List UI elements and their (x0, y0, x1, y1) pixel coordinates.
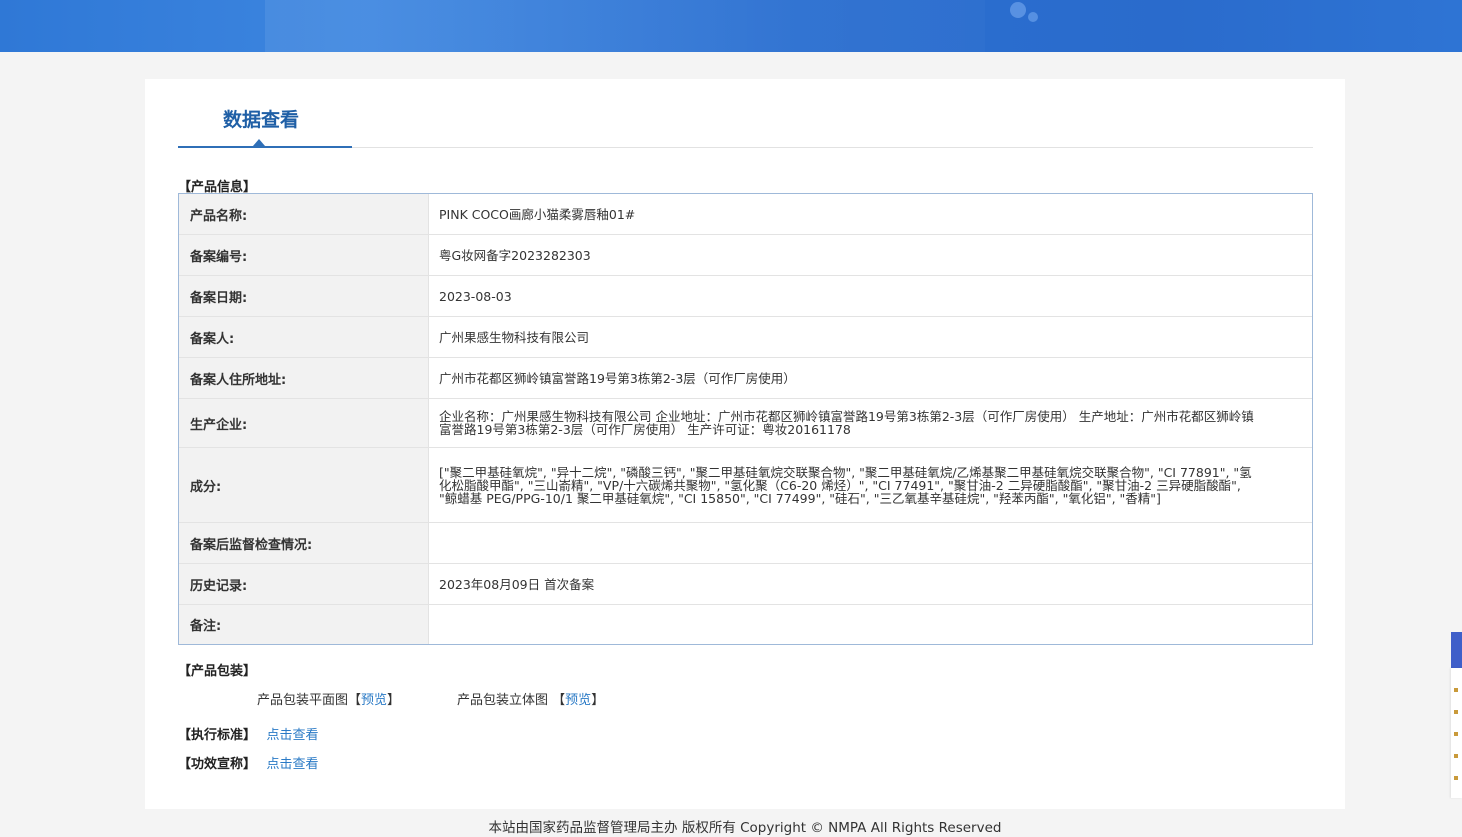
package-flat-preview-link[interactable]: 预览 (361, 693, 387, 708)
info-row: 产品名称: PINK COCO画廊小猫柔雾唇釉01# (179, 194, 1312, 235)
package-flat-label: 产品包装平面图 (257, 693, 349, 708)
footer-copyright: 本站由国家药品监督管理局主办 版权所有 Copyright © NMPA All… (488, 820, 1002, 836)
info-row-value: 广州市花都区狮岭镇富誉路19号第3栋第2-3层（可作厂房使用） (439, 370, 796, 386)
info-row: 备案编号: 粤G妆网备字2023282303 (179, 235, 1312, 276)
side-float-panel[interactable] (1451, 668, 1462, 798)
info-row: 历史记录: 2023年08月09日 首次备案 (179, 564, 1312, 605)
info-row-value (429, 523, 1312, 563)
info-row-key: 备注: (179, 605, 429, 644)
side-panel-mark (1454, 710, 1458, 714)
info-row-value: 2023年08月09日 首次备案 (439, 576, 595, 592)
info-row: 备案后监督检查情况: (179, 523, 1312, 564)
info-row-key: 产品名称: (179, 194, 429, 234)
claims-label: 【功效宣称】 (178, 757, 257, 772)
info-row-value: 粤G妆网备字2023282303 (439, 247, 591, 263)
side-panel-mark (1454, 776, 1458, 780)
side-panel-mark (1454, 732, 1458, 736)
info-row: 备案人住所地址: 广州市花都区狮岭镇富誉路19号第3栋第2-3层（可作厂房使用） (179, 358, 1312, 399)
info-row: 生产企业: 企业名称：广州果感生物科技有限公司 企业地址：广州市花都区狮岭镇富誉路… (179, 399, 1312, 448)
side-panel-mark (1454, 688, 1458, 692)
section-standard: 【执行标准】 点击查看 (178, 724, 319, 743)
tab-data-view[interactable]: 数据查看 (223, 105, 299, 132)
banner-decoration-dot (1010, 2, 1026, 18)
top-banner (0, 0, 1462, 52)
tab-caret-icon (253, 139, 265, 146)
info-row-key: 备案日期: (179, 276, 429, 316)
package-solid-item: 产品包装立体图 【预览】 (457, 689, 604, 708)
content-card: 数据查看 【产品信息】 产品名称: PINK COCO画廊小猫柔雾唇釉01# 备案编… (145, 79, 1345, 809)
info-row-value: 企业名称：广州果感生物科技有限公司 企业地址：广州市花都区狮岭镇富誉路19号第3… (439, 409, 1254, 437)
side-panel-mark (1454, 754, 1458, 758)
bracket: 【 (552, 693, 566, 708)
standard-label: 【执行标准】 (178, 728, 257, 743)
info-row: 备案人: 广州果感生物科技有限公司 (179, 317, 1312, 358)
bracket: 】 (387, 693, 401, 708)
info-row-key: 备案后监督检查情况: (179, 523, 429, 563)
side-float-tab[interactable] (1451, 632, 1462, 668)
info-row-value: ["聚二甲基硅氧烷", "异十二烷", "磷酸三钙", "聚二甲基硅氧烷交联聚合… (439, 464, 1252, 506)
info-row-value: PINK COCO画廊小猫柔雾唇釉01# (439, 206, 636, 222)
info-row: 成分: ["聚二甲基硅氧烷", "异十二烷", "磷酸三钙", "聚二甲基硅氧烷交… (179, 448, 1312, 523)
banner-decoration (265, 0, 985, 52)
info-row-value: 2023-08-03 (439, 288, 512, 304)
info-row-key: 成分: (179, 448, 429, 522)
package-solid-label: 产品包装立体图 (457, 693, 549, 708)
info-row: 备注: (179, 605, 1312, 644)
info-row-value (429, 605, 1312, 644)
product-info-table: 产品名称: PINK COCO画廊小猫柔雾唇釉01# 备案编号: 粤G妆网备字2023… (178, 193, 1313, 645)
info-row-key: 备案人: (179, 317, 429, 357)
package-flat-item: 产品包装平面图【预览】 (257, 689, 400, 708)
tab-active-indicator (178, 146, 352, 148)
section-claims: 【功效宣称】 点击查看 (178, 753, 319, 772)
info-row-key: 备案人住所地址: (179, 358, 429, 398)
section-product-package: 【产品包装】 (178, 664, 257, 679)
banner-decoration-dot (1028, 12, 1038, 22)
claims-view-link[interactable]: 点击查看 (267, 757, 319, 772)
info-row: 备案日期: 2023-08-03 (179, 276, 1312, 317)
bracket: 【 (348, 693, 362, 708)
info-row-key: 备案编号: (179, 235, 429, 275)
bracket: 】 (591, 693, 605, 708)
standard-view-link[interactable]: 点击查看 (267, 728, 319, 743)
info-row-value: 广州果感生物科技有限公司 (439, 329, 590, 345)
info-row-key: 历史记录: (179, 564, 429, 604)
info-row-key: 生产企业: (179, 399, 429, 447)
package-solid-preview-link[interactable]: 预览 (565, 693, 591, 708)
